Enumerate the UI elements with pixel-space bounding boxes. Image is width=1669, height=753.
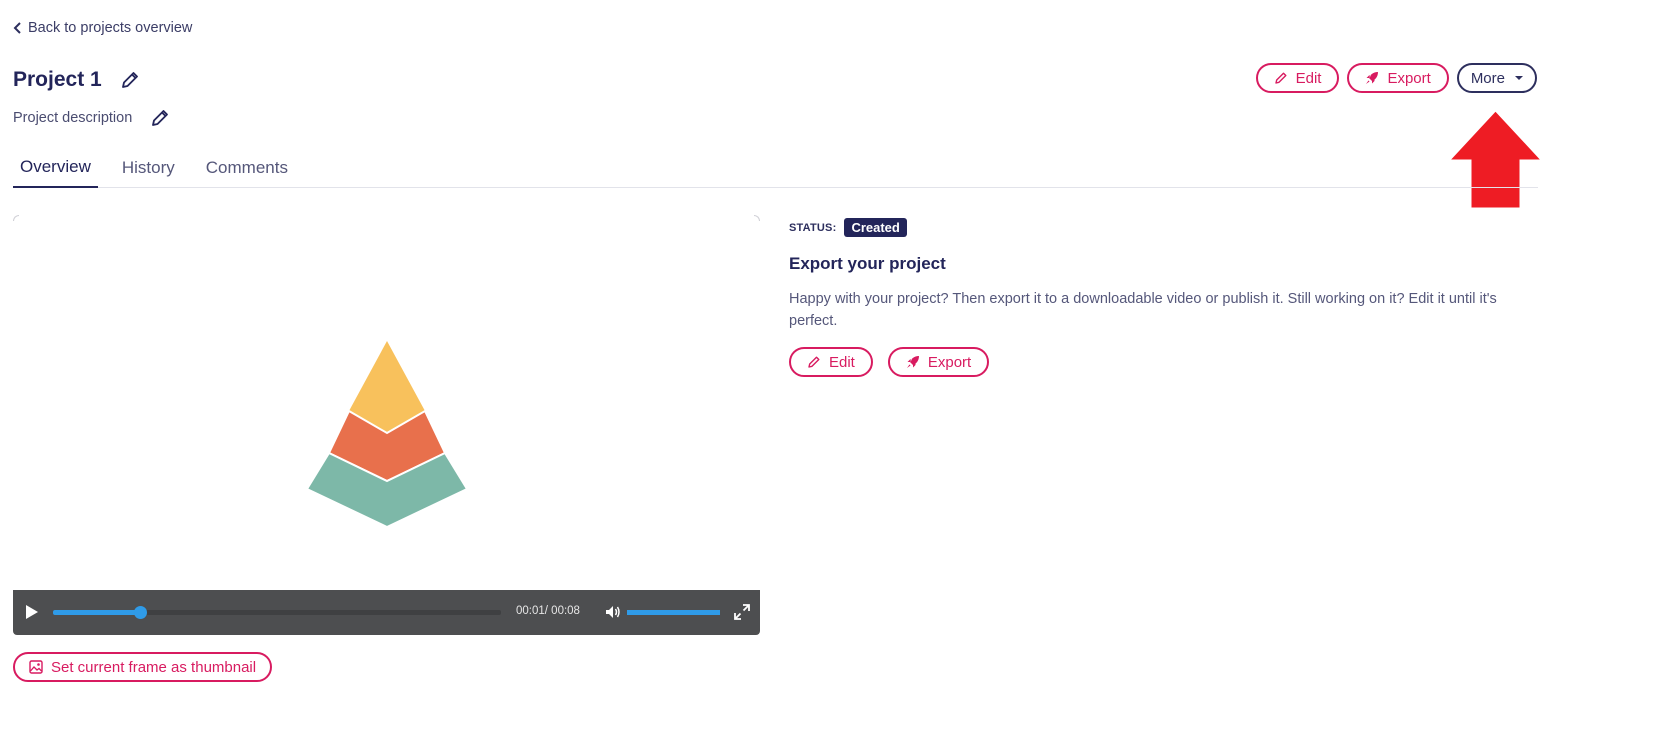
back-to-projects-link[interactable]: Back to projects overview (13, 20, 192, 36)
header-edit-label: Edit (1295, 69, 1322, 87)
image-icon (29, 660, 43, 674)
set-thumbnail-label: Set current frame as thumbnail (51, 658, 257, 676)
panel-export-label: Export (927, 353, 972, 371)
header-export-button[interactable]: Export (1347, 63, 1449, 93)
fullscreen-icon[interactable] (734, 604, 750, 620)
rocket-icon (906, 356, 919, 368)
export-actions: Edit Export (789, 347, 1549, 377)
back-link-label: Back to projects overview (28, 20, 193, 36)
panel-edit-button[interactable]: Edit (789, 347, 873, 377)
title-row: Project 1 (13, 68, 140, 92)
status-badge: Created (844, 218, 907, 237)
edit-title-pencil-icon[interactable] (120, 70, 140, 90)
page-title: Project 1 (13, 68, 102, 91)
frame-corner (13, 215, 19, 221)
header-actions: Edit Export More (1255, 63, 1537, 93)
status-row: STATUS: Created (789, 218, 1549, 237)
status-label: STATUS: (789, 221, 837, 234)
tab-history[interactable]: History (115, 148, 182, 188)
progress-handle[interactable] (134, 606, 148, 619)
pencil-icon (1274, 72, 1287, 84)
panel-export-button[interactable]: Export (887, 347, 990, 377)
pyramid-graphic (305, 341, 469, 527)
edit-description-pencil-icon[interactable] (150, 108, 170, 128)
video-player[interactable]: 00:01/ 00:08 (13, 215, 760, 635)
header-edit-button[interactable]: Edit (1255, 63, 1340, 93)
time-display: 00:01/ 00:08 (516, 605, 580, 617)
caret-down-icon (1515, 76, 1523, 80)
play-icon[interactable] (25, 604, 39, 620)
panel-edit-label: Edit (829, 353, 855, 371)
volume-slider[interactable] (627, 610, 720, 615)
more-dropdown-button[interactable]: More (1456, 63, 1537, 93)
more-label: More (1470, 69, 1505, 87)
progress-bar[interactable] (53, 606, 501, 619)
volume-icon[interactable] (604, 603, 622, 621)
description-row: Project description (13, 108, 170, 128)
pencil-icon (808, 356, 820, 368)
frame-corner (754, 215, 760, 221)
progress-fill (53, 610, 141, 615)
export-panel: STATUS: Created Export your project Happ… (789, 218, 1549, 377)
tab-bar: Overview History Comments (13, 148, 1538, 188)
set-thumbnail-button[interactable]: Set current frame as thumbnail (13, 652, 273, 682)
volume-fill (627, 610, 720, 615)
export-text: Happy with your project? Then export it … (789, 291, 1497, 329)
chevron-left-icon (13, 22, 21, 34)
export-heading: Export your project (789, 254, 946, 273)
tab-comments[interactable]: Comments (199, 148, 295, 188)
rocket-icon (1366, 72, 1379, 84)
project-description: Project description (13, 110, 133, 126)
tab-overview[interactable]: Overview (13, 148, 98, 188)
player-controls: 00:01/ 00:08 (13, 590, 760, 635)
header-export-label: Export (1387, 69, 1431, 87)
